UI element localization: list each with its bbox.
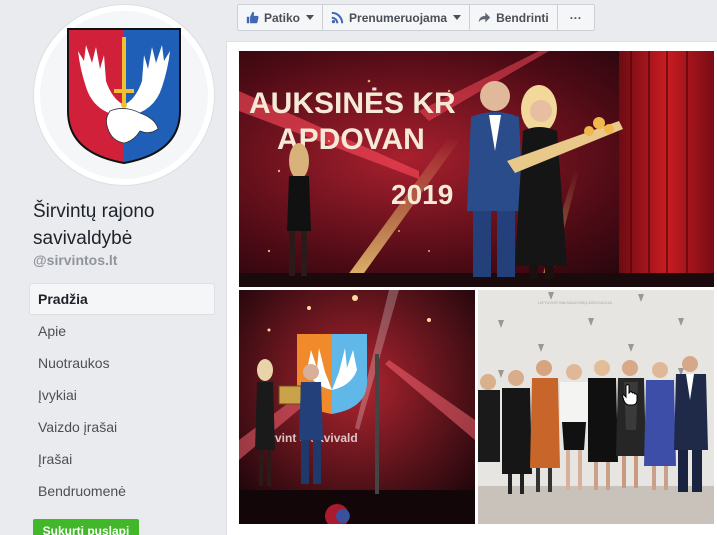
hand-cursor-icon (621, 384, 638, 411)
share-arrow-icon (478, 11, 491, 24)
nav-item-community[interactable]: Bendruomenė (29, 475, 215, 507)
page-nav: Pradžia Apie Nuotraukos Įvykiai Vaizdo į… (29, 283, 215, 507)
photo-stage-presentation[interactable]: Širvint o savivald (239, 290, 475, 524)
profile-picture[interactable] (33, 4, 215, 186)
thumbs-up-icon (246, 11, 259, 24)
nav-item-photos[interactable]: Nuotraukos (29, 347, 215, 379)
more-options-button[interactable]: ··· (556, 4, 595, 31)
photo-group-portrait[interactable]: LIETUVOS SAVIVALDYBIŲ ASOCIACIJA (478, 290, 714, 524)
page-username[interactable]: @sirvintos.lt (33, 252, 117, 268)
left-sidebar: Širvintų rajono savivaldybė @sirvintos.l… (0, 0, 226, 535)
create-page-button[interactable]: Sukurti puslapį (33, 519, 139, 535)
award-year: 2019 (391, 179, 453, 210)
chevron-down-icon (453, 15, 462, 20)
like-button[interactable]: Patiko (237, 4, 324, 31)
main-column: Patiko Prenumeruojama Bendrinti ··· AUKS… (226, 0, 717, 535)
nav-item-home[interactable]: Pradžia (29, 283, 215, 315)
photo-award-ceremony[interactable]: AUKSINĖS KR APDOVAN 2019 (239, 51, 714, 287)
page-action-bar: Patiko Prenumeruojama Bendrinti ··· (237, 4, 595, 31)
nav-item-about[interactable]: Apie (29, 315, 215, 347)
rss-icon (331, 11, 344, 24)
share-button[interactable]: Bendrinti (469, 4, 558, 31)
page-title[interactable]: Širvintų rajono savivaldybė (33, 198, 223, 252)
chevron-down-icon (306, 15, 315, 20)
nav-item-videos[interactable]: Vaizdo įrašai (29, 411, 215, 443)
award-title-line1: AUKSINĖS KR (249, 87, 456, 120)
follow-button[interactable]: Prenumeruojama (322, 4, 471, 31)
nav-item-posts[interactable]: Įrašai (29, 443, 215, 475)
nav-item-events[interactable]: Įvykiai (29, 379, 215, 411)
like-button-label: Patiko (264, 10, 301, 25)
backdrop-text: LIETUVOS SAVIVALDYBIŲ ASOCIACIJA (538, 300, 612, 305)
follow-button-label: Prenumeruojama (349, 10, 448, 25)
share-button-label: Bendrinti (496, 10, 549, 25)
coat-of-arms-logo (40, 11, 208, 179)
photos-card: AUKSINĖS KR APDOVAN 2019 Širvint savival… (226, 41, 717, 535)
more-dots-icon: ··· (569, 10, 582, 25)
facebook-page: Širvintų rajono savivaldybė @sirvintos.l… (0, 0, 717, 535)
